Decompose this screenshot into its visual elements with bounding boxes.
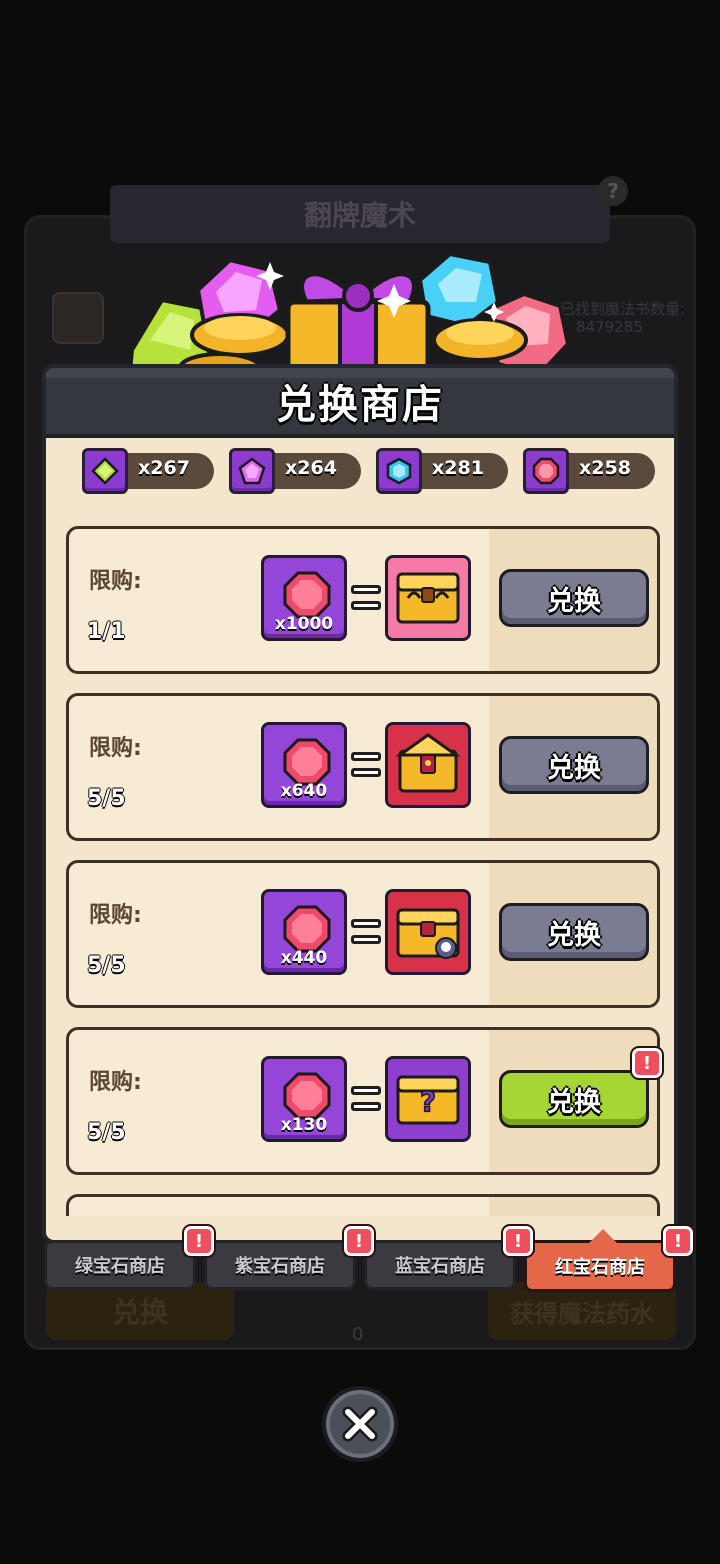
background-avatar — [52, 292, 104, 344]
tab-purple-gem-shop[interactable]: 紫宝石商店 — [204, 1240, 356, 1290]
currency-count: x264 — [285, 457, 337, 479]
red-gem-icon — [283, 905, 331, 953]
background-counter: 0 — [352, 1324, 364, 1345]
equals-icon — [351, 750, 381, 780]
shop-item: 限购: 1/1 x1000 兑换 — [66, 526, 660, 674]
limit-label: 限购: — [89, 903, 142, 928]
exchange-shop-modal: 兑换商店 x267 x264 x281 x258 限购: 1/1 x1000 兑… — [42, 364, 678, 1244]
cost-box: x440 — [261, 889, 347, 975]
cost-quantity: x640 — [280, 781, 328, 801]
cost-box: x640 — [261, 722, 347, 808]
limit-count: 5/5 — [87, 1120, 126, 1145]
pink-gold-chest-icon — [385, 555, 471, 641]
exchange-button[interactable]: 兑换 — [499, 903, 649, 961]
currency-bar: x267 x264 x281 x258 — [82, 448, 658, 496]
gift-treasure-illustration — [127, 251, 571, 380]
cost-box: x130 — [261, 1056, 347, 1142]
tab-blue-gem-shop[interactable]: 蓝宝石商店 — [364, 1240, 516, 1290]
modal-title: 兑换商店 — [276, 382, 444, 428]
cost-quantity: x440 — [280, 948, 328, 968]
purple-gem-icon — [229, 448, 275, 494]
svg-text:?: ? — [420, 1085, 436, 1118]
notification-badge: ! — [632, 1048, 662, 1078]
background-banner-title: 翻牌魔术 — [110, 185, 610, 243]
limit-label: 限购: — [89, 736, 142, 761]
equals-icon — [351, 917, 381, 947]
equals-icon — [351, 583, 381, 613]
shop-item: 限购: 5/5 x640 兑换 — [66, 693, 660, 841]
red-gem-icon — [523, 448, 569, 494]
help-icon: ? — [598, 176, 628, 206]
cost-box: x1000 — [261, 555, 347, 641]
modal-header: 兑换商店 — [46, 368, 674, 438]
shop-item: 限购: 5/5 x440 兑换 — [66, 860, 660, 1008]
notification-badge: ! — [184, 1226, 214, 1256]
notification-badge: ! — [503, 1226, 533, 1256]
limit-count: 1/1 — [87, 619, 126, 644]
red-gold-chest-icon — [385, 722, 471, 808]
exchange-button[interactable]: 兑换 — [499, 736, 649, 794]
limit-label: 限购: — [89, 1070, 142, 1095]
red-gem-icon — [283, 571, 331, 619]
exchange-button[interactable]: 兑换 — [499, 1070, 649, 1128]
mystery-chest-icon: ? — [385, 1056, 471, 1142]
currency-count: x258 — [579, 457, 631, 479]
shop-item: 限购: 5/5 x130 ? 兑换 — [66, 1027, 660, 1175]
notification-badge: ! — [344, 1226, 374, 1256]
blue-gem-icon — [376, 448, 422, 494]
cost-quantity: x130 — [280, 1115, 328, 1135]
cost-quantity: x1000 — [274, 614, 334, 634]
tab-red-gem-shop[interactable]: 红宝石商店 — [524, 1229, 676, 1292]
notification-badge: ! — [663, 1226, 693, 1256]
currency-blue: x281 — [376, 448, 508, 494]
limit-count: 5/5 — [87, 786, 126, 811]
green-gem-icon — [82, 448, 128, 494]
currency-count: x281 — [432, 457, 484, 479]
red-gem-icon — [283, 1072, 331, 1120]
currency-purple: x264 — [229, 448, 361, 494]
limit-count: 5/5 — [87, 953, 126, 978]
close-icon — [342, 1406, 378, 1442]
tab-green-gem-shop[interactable]: 绿宝石商店 — [44, 1240, 196, 1290]
shop-item-partial — [66, 1194, 660, 1216]
close-button[interactable] — [322, 1386, 398, 1462]
currency-count: x267 — [138, 457, 190, 479]
currency-red: x258 — [523, 448, 655, 494]
shop-item-list[interactable]: 限购: 1/1 x1000 兑换 限购: 5/5 x640 兑换 限购: 5/5… — [66, 526, 660, 1216]
exchange-button[interactable]: 兑换 — [499, 569, 649, 627]
currency-green: x267 — [82, 448, 214, 494]
limit-label: 限购: — [89, 569, 142, 594]
red-skull-chest-icon — [385, 889, 471, 975]
equals-icon — [351, 1084, 381, 1114]
red-gem-icon — [283, 738, 331, 786]
